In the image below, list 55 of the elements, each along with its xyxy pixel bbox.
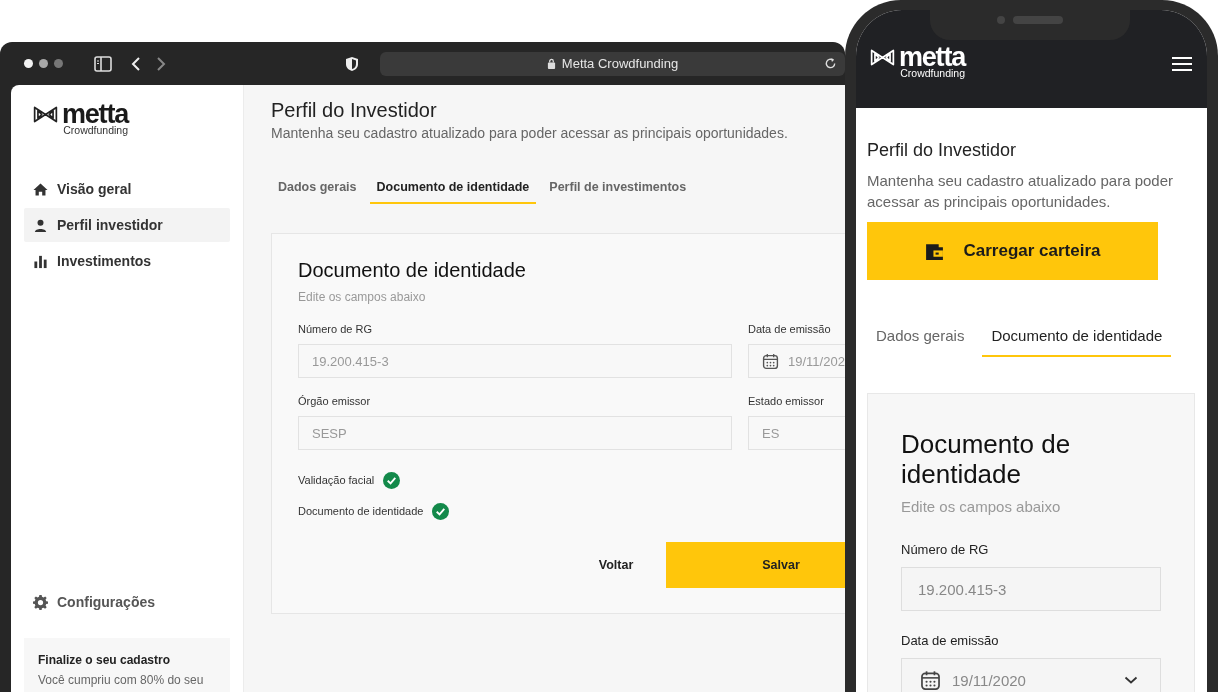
tab[interactable]: Perfil de investimentos — [542, 171, 694, 204]
bowtie-logo-icon — [870, 48, 895, 66]
lock-icon — [546, 58, 556, 69]
tab[interactable]: Documento de identidade — [982, 316, 1172, 357]
logo-tagline: Crowdfunding — [63, 125, 129, 136]
page-title: Perfil do Investidor — [867, 139, 1018, 161]
bar-chart-icon — [33, 253, 48, 269]
reload-icon[interactable] — [824, 56, 837, 70]
field-label: Número de RG — [901, 542, 990, 558]
calendar-icon — [920, 669, 941, 691]
bowtie-logo-icon — [33, 105, 58, 123]
chevron-down-icon — [1124, 676, 1138, 684]
tab[interactable]: Documento de identidade — [369, 171, 537, 204]
load-wallet-button[interactable]: Carregar carteira — [867, 222, 1158, 280]
window-minimize-dot[interactable] — [39, 59, 48, 68]
notice-title: Finalize o seu cadastro — [38, 652, 172, 668]
field-label: Órgão emissor — [298, 394, 372, 408]
field-label: Data de emissão — [748, 322, 832, 336]
nav-item[interactable]: Visão geral — [24, 172, 230, 206]
card-title: Documento de identidade — [298, 258, 527, 282]
card-subtitle: Edite os campos abaixo — [901, 497, 1062, 517]
nav-item[interactable]: Investimentos — [24, 244, 230, 278]
card-subtitle: Edite os campos abaixo — [298, 289, 427, 305]
back-button[interactable]: Voltar — [566, 542, 666, 588]
home-icon — [33, 181, 48, 197]
notice-text: Você cumpriu com 80% do seu — [38, 672, 205, 688]
logo-tagline: Crowdfunding — [900, 68, 966, 79]
card-title: Documento de identidade — [901, 429, 1072, 489]
calendar-icon — [762, 352, 779, 370]
field-label: Data de emissão — [901, 633, 1000, 649]
page-subtitle: Mantenha seu cadastro atualizado para poder acessar as principais oportunidades. — [867, 171, 1175, 212]
shield-icon[interactable] — [345, 55, 359, 72]
settings-item[interactable]: Configurações — [24, 585, 230, 619]
person-icon — [33, 217, 48, 233]
sidebar-toggle-icon[interactable] — [94, 55, 112, 72]
field-label: Número de RG — [298, 322, 373, 336]
logo-wordmark: metta — [899, 44, 966, 70]
settings-icon — [33, 594, 48, 610]
menu-icon[interactable] — [1172, 57, 1192, 71]
validation-label: Validação facial — [298, 474, 375, 486]
validation-label: Documento de identidade — [298, 505, 424, 517]
save-button[interactable]: Salvar — [666, 542, 845, 588]
page-subtitle: Mantenha seu cadastro atualizado para poder acessar as principais oportunidades. — [271, 124, 789, 142]
tab[interactable]: Dados gerais — [867, 316, 974, 357]
page-title: Perfil do Investidor — [271, 98, 438, 122]
logo-wordmark: metta — [62, 101, 129, 127]
forward-icon[interactable] — [156, 55, 166, 72]
field-label: Estado emissor — [748, 394, 825, 408]
back-icon[interactable] — [131, 55, 141, 72]
window-zoom-dot[interactable] — [54, 59, 63, 68]
address-text: Metta Crowdfunding — [561, 56, 679, 71]
window-close-dot[interactable] — [24, 59, 33, 68]
tab[interactable]: Dados gerais — [271, 171, 364, 204]
address-bar[interactable]: Metta Crowdfunding — [380, 51, 845, 76]
nav-item[interactable]: Perfil investidor — [24, 208, 230, 242]
